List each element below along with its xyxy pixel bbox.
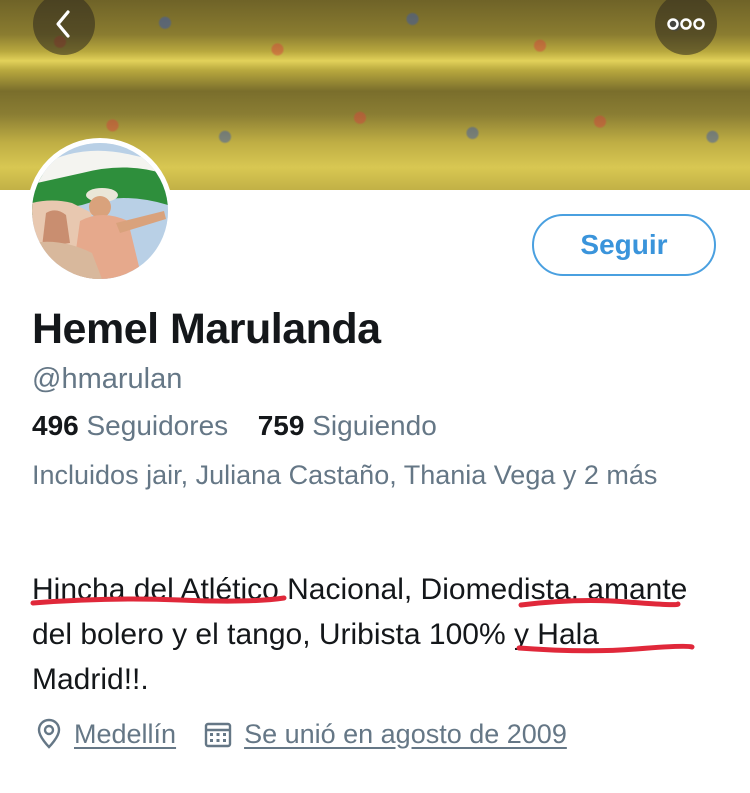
profile-handle: @hmarulan bbox=[32, 363, 183, 395]
highlight-underline-1 bbox=[30, 595, 287, 606]
followers-count: 496 bbox=[32, 410, 79, 441]
following-count: 759 bbox=[257, 410, 305, 441]
follow-button[interactable]: Seguir bbox=[532, 214, 716, 276]
profile-name: Hemel Marulanda bbox=[32, 305, 381, 353]
profile-avatar[interactable] bbox=[27, 138, 173, 284]
highlight-underline-2 bbox=[518, 598, 681, 608]
avatar-image bbox=[32, 143, 168, 279]
profile-meta: Medellín Se unió en agosto de 2009 bbox=[36, 718, 567, 750]
following-label: Siguiendo bbox=[312, 410, 437, 441]
followers-label: Seguidores bbox=[86, 410, 229, 441]
back-chevron-icon bbox=[56, 10, 70, 38]
profile-bio: Hincha del Atlético Nacional, Diomedista… bbox=[32, 573, 688, 696]
highlight-underline-3 bbox=[516, 643, 695, 654]
more-options-icon bbox=[667, 18, 705, 30]
followers-link[interactable]: 496 Seguidores bbox=[32, 410, 236, 441]
location-link[interactable]: Medellín bbox=[74, 719, 176, 750]
following-link[interactable]: 759 Siguiendo bbox=[258, 410, 437, 441]
followers-you-know[interactable]: Incluidos jair, Juliana Castaño, Thania … bbox=[32, 453, 692, 498]
follow-counts: 496 Seguidores 759 Siguiendo bbox=[32, 410, 437, 442]
calendar-icon bbox=[204, 722, 232, 748]
location-pin-icon bbox=[37, 718, 61, 749]
joined-date[interactable]: Se unió en agosto de 2009 bbox=[244, 719, 567, 750]
